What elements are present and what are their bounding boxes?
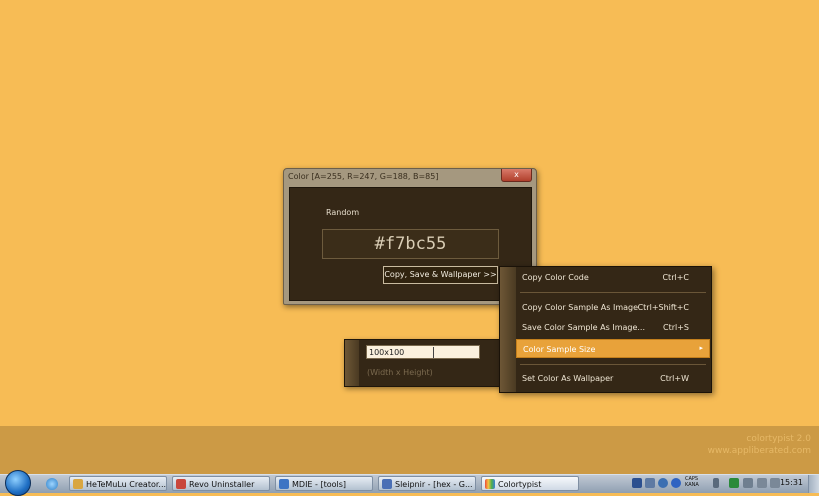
text-cursor-icon: [433, 347, 434, 358]
menu-item-color-sample-size[interactable]: Color Sample Size ▸: [516, 339, 710, 358]
sample-size-hint: (Width x Height): [367, 368, 433, 377]
color-sample-size-popup: 100x100 (Width x Height): [344, 339, 506, 387]
uninstaller-icon: [176, 479, 186, 489]
menu-item-save-sample-image[interactable]: Save Color Sample As Image... Ctrl+S: [516, 318, 710, 337]
window-client-area: Random #f7bc55 Copy, Save & Wallpaper >>: [289, 187, 532, 301]
taskbar-button-colortypist[interactable]: Colortypist: [481, 476, 579, 491]
tray-lang-indicator: CAPS KANA: [685, 476, 699, 488]
clock[interactable]: 15:31: [780, 478, 803, 487]
browser-icon: [382, 479, 392, 489]
show-desktop-button[interactable]: [808, 475, 819, 493]
menu-item-shortcut: Ctrl+W: [660, 374, 689, 383]
menu-item-label: Color Sample Size: [523, 345, 596, 354]
help-icon[interactable]: [671, 478, 681, 488]
menu-item-set-wallpaper[interactable]: Set Color As Wallpaper Ctrl+W: [516, 369, 710, 388]
tray-lang-line2: KANA: [685, 482, 699, 488]
copy-save-wallpaper-button[interactable]: Copy, Save & Wallpaper >>: [383, 266, 498, 284]
menu-separator: [520, 292, 706, 293]
window-title: Color [A=255, R=247, G=188, B=85]: [288, 172, 439, 181]
app-icon: [73, 479, 83, 489]
show-hidden-icons-icon[interactable]: [713, 478, 719, 488]
taskbar-button-label: HeTeMuLu Creator...: [86, 480, 167, 489]
brand-url: www.appliberated.com: [707, 446, 811, 456]
menu-separator: [520, 364, 706, 365]
menu-item-shortcut: Ctrl+S: [662, 323, 689, 332]
ie-quicklaunch-icon[interactable]: [46, 478, 58, 490]
start-button-icon[interactable]: [5, 470, 31, 496]
taskbar-button-revo[interactable]: Revo Uninstaller: [172, 476, 270, 491]
hex-color-display[interactable]: #f7bc55: [322, 229, 499, 259]
menu-item-label: Copy Color Sample As Image: [522, 303, 639, 312]
network-icon[interactable]: [757, 478, 767, 488]
menu-item-label: Copy Color Code: [522, 273, 589, 282]
brand-name: colortypist 2.0: [746, 434, 811, 444]
taskbar-button-hetemulu[interactable]: HeTeMuLu Creator...: [69, 476, 167, 491]
taskbar-button-label: MDIE - [tools]: [292, 480, 347, 489]
menu-item-copy-color-code[interactable]: Copy Color Code Ctrl+C: [516, 268, 710, 287]
sample-size-input[interactable]: 100x100: [366, 345, 480, 359]
menu-grip: [500, 267, 516, 392]
menu-item-label: Set Color As Wallpaper: [522, 374, 614, 383]
volume-icon[interactable]: [770, 478, 780, 488]
menu-item-label: Save Color Sample As Image...: [522, 323, 646, 332]
monitor-icon[interactable]: [743, 478, 753, 488]
green-app-icon[interactable]: [729, 478, 739, 488]
taskbar-button-mdie[interactable]: MDIE - [tools]: [275, 476, 373, 491]
tools-icon[interactable]: [645, 478, 655, 488]
browser-icon: [279, 479, 289, 489]
taskbar-button-label: Sleipnir - [hex - G...: [395, 480, 473, 489]
brand-band: [0, 426, 819, 474]
popup-grip: [345, 340, 359, 386]
colortypist-icon: [485, 479, 495, 489]
random-button[interactable]: Random: [326, 208, 359, 217]
taskbar: HeTeMuLu Creator... Revo Uninstaller MDI…: [0, 470, 819, 496]
menu-item-copy-sample-image[interactable]: Copy Color Sample As Image Ctrl+Shift+C: [516, 298, 710, 317]
globe-icon[interactable]: [658, 478, 668, 488]
taskbar-button-sleipnir[interactable]: Sleipnir - [hex - G...: [378, 476, 476, 491]
context-menu: Copy Color Code Ctrl+C Copy Color Sample…: [499, 266, 712, 393]
menu-item-shortcut: Ctrl+C: [662, 273, 689, 282]
submenu-arrow-icon: ▸: [699, 344, 703, 352]
taskbar-button-label: Colortypist: [498, 480, 542, 489]
ime-icon[interactable]: [632, 478, 642, 488]
close-button[interactable]: x: [501, 169, 532, 182]
menu-item-shortcut: Ctrl+Shift+C: [637, 303, 689, 312]
taskbar-button-label: Revo Uninstaller: [189, 480, 255, 489]
